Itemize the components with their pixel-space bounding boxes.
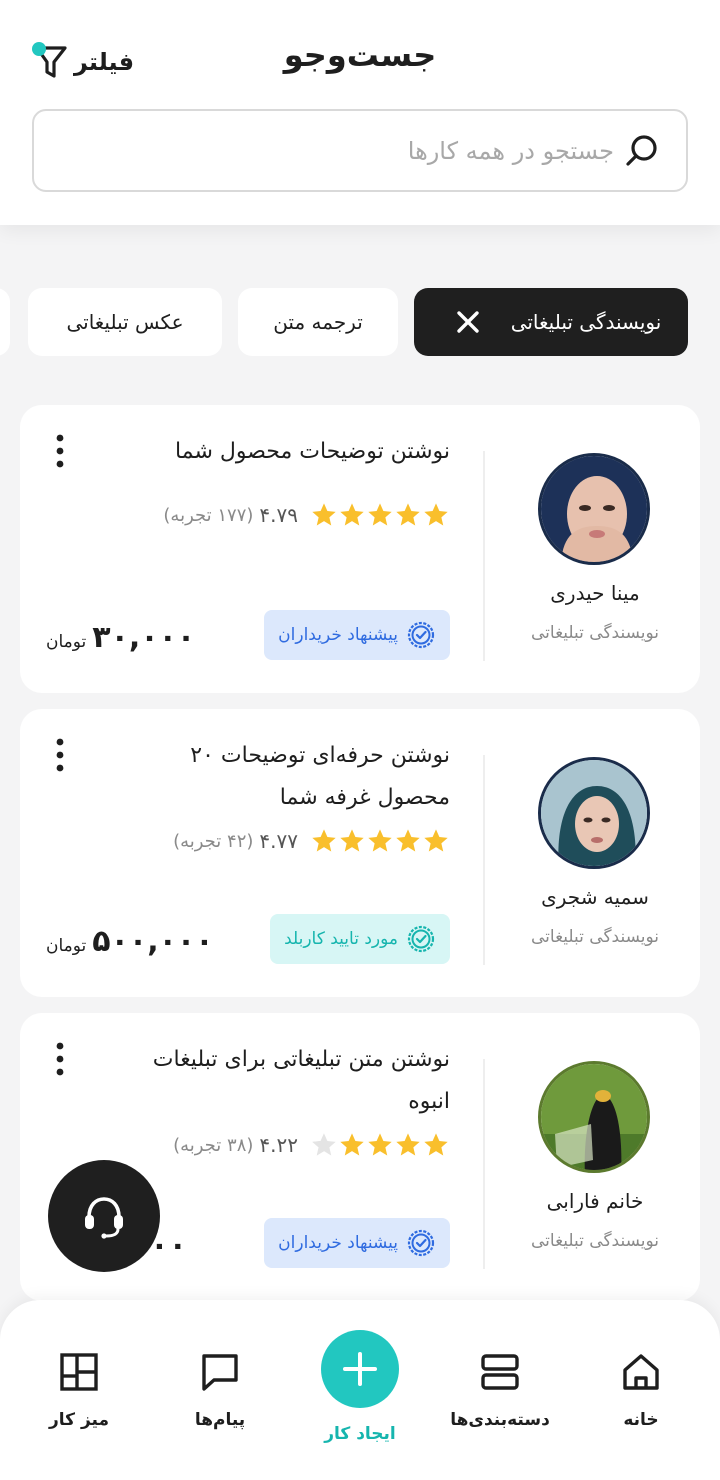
gig-title[interactable]: نوشتن توضیحات محصول شما	[130, 431, 450, 473]
badge-label: پیشنهاد خریداران	[278, 625, 398, 645]
star-icon	[312, 503, 336, 526]
rating-score: ۴.۷۹	[259, 503, 298, 527]
star-icon	[368, 1133, 392, 1156]
seller-category: نویسندگی تبلیغاتی	[530, 927, 660, 947]
rating-row: ۴.۲۲ (۳۸ تجربه)	[173, 1130, 450, 1160]
star-icon	[396, 829, 420, 852]
chip-ad-photo[interactable]: عکس تبلیغاتی	[28, 288, 222, 356]
support-button[interactable]	[48, 1160, 160, 1272]
star-rating	[310, 1131, 450, 1159]
price-currency: تومان	[46, 936, 87, 956]
filter-icon	[32, 42, 68, 82]
seller-name[interactable]: خانم فارابی	[500, 1189, 690, 1213]
search-box[interactable]	[32, 109, 688, 192]
nav-label: پیام‌ها	[194, 1410, 246, 1430]
avatar[interactable]	[538, 453, 650, 565]
approved-badge: مورد تایید کاربلد	[270, 914, 450, 964]
nav-categories[interactable]: دسته‌بندی‌ها	[435, 1350, 565, 1440]
chip-label: ترجمه متن	[273, 310, 363, 334]
seller-name[interactable]: مینا حیدری	[500, 581, 690, 605]
star-icon	[312, 829, 336, 852]
verified-badge-icon	[407, 1229, 435, 1257]
bottom-navigation: خانه دسته‌بندی‌ها ایجاد کار پیام‌ها میز …	[0, 1300, 720, 1480]
star-icon	[340, 1133, 364, 1156]
star-icon	[396, 1133, 420, 1156]
seller-category: نویسندگی تبلیغاتی	[530, 623, 660, 643]
card-divider	[483, 1059, 485, 1269]
star-empty-icon	[312, 1133, 336, 1156]
price: تومان ۳۰,۰۰۰	[46, 620, 195, 660]
verified-badge-icon	[407, 621, 435, 649]
search-input[interactable]	[54, 136, 614, 165]
badge-label: پیشنهاد خریداران	[278, 1233, 398, 1253]
chip-copywriting[interactable]: نویسندگی تبلیغاتی	[414, 288, 688, 356]
gig-title[interactable]: نوشتن متن تبلیغاتی برای تبلیغات انبوه	[130, 1039, 450, 1123]
close-icon[interactable]	[455, 309, 481, 335]
verified-badge-icon	[407, 925, 435, 953]
top-header: جست‌وجو فیلتر	[0, 0, 720, 225]
review-count: (۱۷۷ تجربه)	[163, 504, 254, 526]
create-gig-button[interactable]	[321, 1330, 399, 1408]
card-divider	[483, 451, 485, 661]
more-options-icon[interactable]	[48, 1041, 72, 1077]
filter-button[interactable]: فیلتر	[32, 40, 142, 84]
avatar[interactable]	[538, 1061, 650, 1173]
chip-partial[interactable]	[0, 288, 10, 356]
plus-icon	[343, 1352, 377, 1386]
star-icon	[368, 829, 392, 852]
nav-messages[interactable]: پیام‌ها	[155, 1350, 285, 1440]
seller-category: نویسندگی تبلیغاتی	[530, 1231, 660, 1251]
star-icon	[424, 503, 448, 526]
chip-translation[interactable]: ترجمه متن	[238, 288, 398, 356]
nav-label: میز کار	[48, 1410, 109, 1430]
review-count: (۳۸ تجربه)	[173, 1134, 254, 1156]
seller-name[interactable]: سمیه شجری	[500, 885, 690, 909]
search-icon	[626, 134, 657, 166]
star-icon	[368, 503, 392, 526]
gig-card[interactable]: نوشتن حرفه‌ای توضیحات ۲۰ محصول غرفه شما …	[20, 709, 700, 997]
category-chips: نویسندگی تبلیغاتی ترجمه متن عکس تبلیغاتی	[0, 288, 720, 356]
more-options-icon[interactable]	[48, 737, 72, 773]
gig-title[interactable]: نوشتن حرفه‌ای توضیحات ۲۰ محصول غرفه شما	[130, 735, 450, 819]
categories-icon	[481, 1354, 519, 1390]
nav-home[interactable]: خانه	[576, 1350, 706, 1440]
buyers-choice-badge: پیشنهاد خریداران	[264, 610, 450, 660]
home-icon	[623, 1354, 659, 1390]
filter-active-dot	[32, 42, 46, 56]
create-gig-label[interactable]: ایجاد کار	[300, 1424, 420, 1444]
review-count: (۴۲ تجربه)	[173, 830, 254, 852]
rating-score: ۴.۷۷	[259, 829, 298, 853]
nav-desk[interactable]: میز کار	[14, 1350, 144, 1440]
star-icon	[340, 503, 364, 526]
headset-icon	[85, 1197, 123, 1239]
buyers-choice-badge: پیشنهاد خریداران	[264, 1218, 450, 1268]
price-currency: تومان	[46, 632, 87, 652]
star-rating	[310, 501, 450, 529]
dashboard-icon	[60, 1353, 98, 1391]
chip-label: عکس تبلیغاتی	[66, 310, 184, 334]
price-value: ۵۰۰,۰۰۰	[92, 924, 214, 959]
price-value: ۳۰,۰۰۰	[92, 620, 196, 655]
nav-label: خانه	[623, 1410, 659, 1430]
badge-label: مورد تایید کاربلد	[284, 929, 398, 949]
price: تومان ۵۰۰,۰۰۰	[46, 924, 214, 964]
more-options-icon[interactable]	[48, 433, 72, 469]
rating-row: ۴.۷۹ (۱۷۷ تجربه)	[163, 500, 450, 530]
star-icon	[424, 829, 448, 852]
avatar[interactable]	[538, 757, 650, 869]
filter-label: فیلتر	[74, 48, 135, 76]
star-rating	[310, 827, 450, 855]
rating-score: ۴.۲۲	[259, 1133, 298, 1157]
star-icon	[424, 1133, 448, 1156]
nav-label: دسته‌بندی‌ها	[450, 1410, 550, 1430]
star-icon	[340, 829, 364, 852]
gig-card[interactable]: نوشتن توضیحات محصول شما ۴.۷۹ (۱۷۷ تجربه)…	[20, 405, 700, 693]
star-icon	[396, 503, 420, 526]
chat-icon	[202, 1354, 238, 1391]
card-divider	[483, 755, 485, 965]
rating-row: ۴.۷۷ (۴۲ تجربه)	[173, 826, 450, 856]
chip-label: نویسندگی تبلیغاتی	[510, 310, 662, 334]
